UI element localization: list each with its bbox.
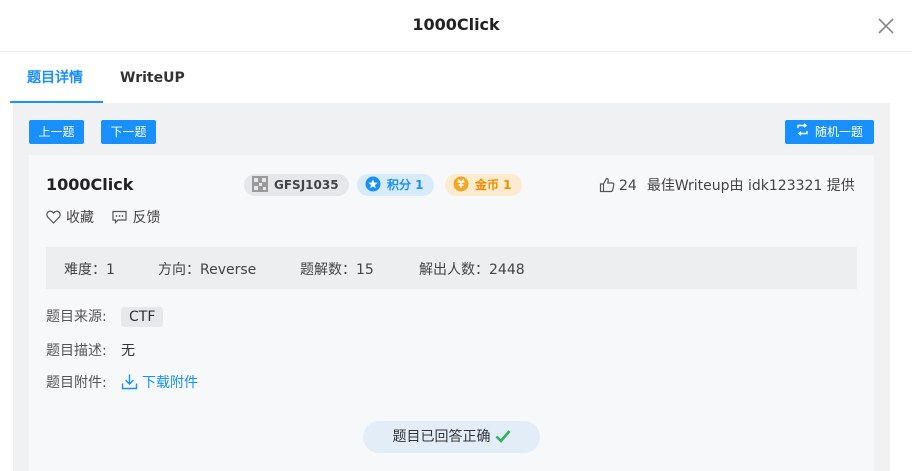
dialog-title: 1000Click xyxy=(412,15,500,34)
challenge-card: 1000Click GFSJ1035 积分 1 金币 1 24 最佳Writeu… xyxy=(29,155,874,471)
solvers-stat: 解出人数：2448 xyxy=(419,262,525,278)
description-label: 题目描述: xyxy=(46,343,107,359)
challenge-title: 1000Click xyxy=(46,175,134,194)
source-tag: CTF xyxy=(121,307,164,327)
coin-icon xyxy=(453,176,469,192)
checkmark-icon xyxy=(495,429,510,443)
description-value: 无 xyxy=(121,343,135,359)
tab-writeup[interactable]: WriteUP xyxy=(120,53,185,103)
source-label: 题目来源: xyxy=(46,309,107,325)
description-row: 题目描述: 无 xyxy=(46,340,135,360)
download-attachment-link[interactable]: 下载附件 xyxy=(121,374,198,391)
challenge-actions: 收藏 反馈 xyxy=(46,207,174,227)
score-label: 积分 1 xyxy=(387,178,424,192)
writeups-stat: 题解数：15 xyxy=(300,262,374,278)
feedback-button[interactable]: 反馈 xyxy=(112,207,160,227)
challenge-code: GFSJ1035 xyxy=(274,178,339,192)
random-button[interactable]: 随机一题 xyxy=(785,120,874,144)
like-area: 24 最佳Writeup由 idk123321 提供 xyxy=(599,175,855,195)
heart-icon xyxy=(46,210,61,224)
source-row: 题目来源: CTF xyxy=(46,306,164,327)
tab-details[interactable]: 题目详情 xyxy=(27,53,83,103)
challenge-panel: 上一题 下一题 随机一题 1000Click GFSJ1035 积分 1 金币 … xyxy=(13,103,890,471)
thumbs-up-icon[interactable] xyxy=(599,177,615,193)
tab-bar: 题目详情 WriteUP xyxy=(10,53,890,103)
attachment-row: 题目附件: 下载附件 xyxy=(46,372,198,392)
best-writeup-text[interactable]: 最佳Writeup由 idk123321 提供 xyxy=(647,178,855,194)
difficulty-stat: 难度：1 xyxy=(64,262,115,278)
coin-label: 金币 1 xyxy=(475,178,512,192)
score-badge: 积分 1 xyxy=(357,174,434,196)
dialog-header: 1000Click xyxy=(0,0,912,52)
qr-code-icon xyxy=(252,176,268,192)
random-button-label: 随机一题 xyxy=(814,125,863,139)
stats-bar: 难度：1 方向：Reverse 题解数：15 解出人数：2448 xyxy=(46,247,857,289)
solved-status: 题目已回答正确 xyxy=(363,421,540,453)
feedback-icon xyxy=(112,210,128,224)
direction-stat: 方向：Reverse xyxy=(158,262,257,278)
shuffle-icon xyxy=(796,120,809,144)
attachment-label: 题目附件: xyxy=(46,375,107,391)
next-button[interactable]: 下一题 xyxy=(101,120,156,144)
feedback-label: 反馈 xyxy=(132,210,161,226)
favorite-label: 收藏 xyxy=(66,210,94,226)
challenge-code-badge: GFSJ1035 xyxy=(244,174,349,196)
like-count: 24 xyxy=(619,178,637,194)
solved-label: 题目已回答正确 xyxy=(392,429,491,445)
favorite-button[interactable]: 收藏 xyxy=(46,207,94,227)
prev-button[interactable]: 上一题 xyxy=(29,120,84,144)
download-link-label: 下载附件 xyxy=(142,375,198,391)
coin-badge: 金币 1 xyxy=(445,174,522,196)
download-icon xyxy=(121,374,138,390)
points-icon xyxy=(365,176,381,192)
close-icon[interactable] xyxy=(876,16,896,36)
